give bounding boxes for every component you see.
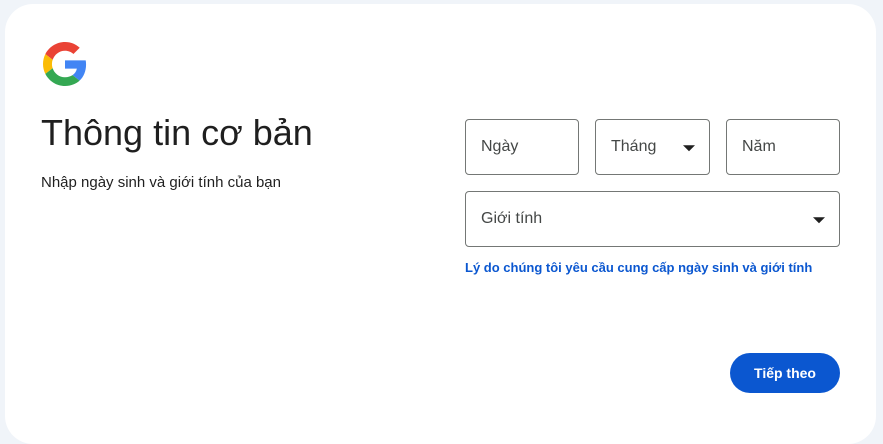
gender-select[interactable]: Giới tính [465,191,840,247]
dropdown-arrow-icon [813,217,825,224]
signup-card: Thông tin cơ bản Nhập ngày sinh và giới … [5,4,876,444]
dropdown-arrow-icon [683,145,695,152]
gender-placeholder: Giới tính [481,210,543,227]
page-subtitle: Nhập ngày sinh và giới tính của bạn [41,174,281,191]
year-input[interactable]: Năm [726,119,840,175]
page-title: Thông tin cơ bản [41,112,313,153]
day-input[interactable]: Ngày [465,119,579,175]
month-select[interactable]: Tháng [595,119,710,175]
next-button[interactable]: Tiếp theo [730,353,840,393]
why-birthday-link[interactable]: Lý do chúng tôi yêu cầu cung cấp ngày si… [465,258,825,277]
month-placeholder: Tháng [611,138,657,155]
day-placeholder: Ngày [481,138,519,155]
year-placeholder: Năm [742,138,776,155]
google-g-icon [43,42,87,86]
